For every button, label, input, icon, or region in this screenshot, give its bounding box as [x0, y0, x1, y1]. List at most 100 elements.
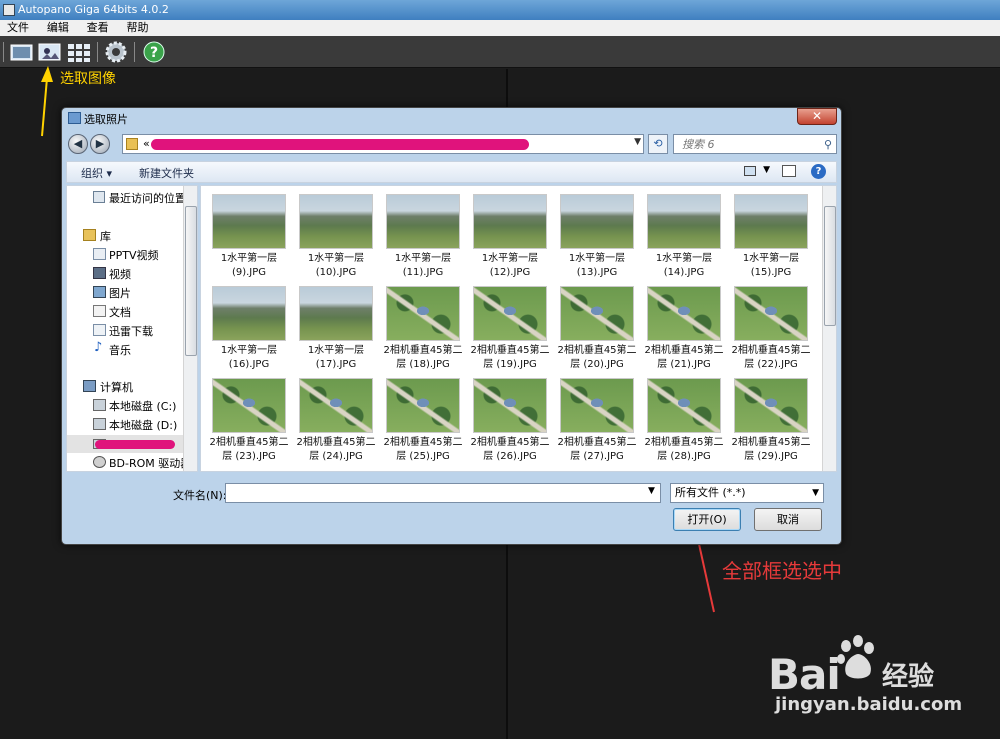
- navigation-scrollbar[interactable]: [183, 186, 197, 471]
- nav-item-library[interactable]: 库: [100, 228, 111, 244]
- file-thumbnail-item[interactable]: 1水平第一层 (11).JPG: [383, 194, 463, 280]
- selected-nav-item[interactable]: [67, 435, 183, 453]
- change-view-icon[interactable]: [744, 166, 756, 176]
- file-thumbnail-image[interactable]: [386, 194, 460, 249]
- file-name-line-2: (17).JPG: [315, 359, 357, 370]
- file-thumbnail-image[interactable]: [560, 194, 634, 249]
- file-thumbnail-item[interactable]: 1水平第一层 (14).JPG: [644, 194, 724, 280]
- file-thumbnail-item[interactable]: 2相机垂直45第二层 (26).JPG: [470, 378, 550, 464]
- file-name-line-1: 2相机垂直45第二: [644, 437, 724, 448]
- file-thumbnail-image[interactable]: [386, 378, 460, 433]
- video-library-icon: [93, 248, 106, 260]
- file-thumbnail-item[interactable]: 2相机垂直45第二层 (24).JPG: [296, 378, 376, 464]
- file-thumbnail-item[interactable]: 2相机垂直45第二层 (21).JPG: [644, 286, 724, 372]
- cancel-button[interactable]: 取消: [754, 508, 822, 531]
- file-thumbnail-item[interactable]: 1水平第一层 (9).JPG: [209, 194, 289, 280]
- file-name-label: 2相机垂直45第二层 (26).JPG: [470, 436, 550, 464]
- file-thumbnail-item[interactable]: 1水平第一层 (16).JPG: [209, 286, 289, 372]
- search-input[interactable]: [680, 137, 810, 152]
- refresh-icon[interactable]: ⟲: [648, 134, 668, 154]
- nav-item-pptv[interactable]: PPTV视频: [109, 247, 159, 263]
- nav-item-music[interactable]: 音乐: [109, 342, 131, 358]
- file-thumbnail-image[interactable]: [299, 286, 373, 341]
- file-thumbnail-image[interactable]: [386, 286, 460, 341]
- nav-item-drive-c[interactable]: 本地磁盘 (C:): [109, 398, 176, 414]
- nav-item-recent[interactable]: 最近访问的位置: [109, 190, 186, 206]
- file-name-line-2: 层 (25).JPG: [396, 451, 450, 462]
- file-thumbnail-image[interactable]: [473, 194, 547, 249]
- filename-input[interactable]: [225, 483, 661, 503]
- file-thumbnail-image[interactable]: [299, 378, 373, 433]
- filetype-select[interactable]: 所有文件 (*.*) ▼: [670, 483, 824, 503]
- file-thumbnail-item[interactable]: 1水平第一层 (17).JPG: [296, 286, 376, 372]
- file-name-label: 2相机垂直45第二层 (18).JPG: [383, 344, 463, 372]
- file-thumbnail-image[interactable]: [647, 378, 721, 433]
- file-thumbnail-image[interactable]: [560, 378, 634, 433]
- file-thumbnail-item[interactable]: 2相机垂直45第二层 (27).JPG: [557, 378, 637, 464]
- file-thumbnail-image[interactable]: [212, 286, 286, 341]
- file-name-line-1: 2相机垂直45第二: [731, 345, 811, 356]
- file-thumbnail-item[interactable]: 2相机垂直45第二层 (23).JPG: [209, 378, 289, 464]
- file-thumbnail-image[interactable]: [212, 194, 286, 249]
- file-name-line-1: 2相机垂直45第二: [296, 437, 376, 448]
- address-bar[interactable]: « ▼: [122, 134, 644, 154]
- file-thumbnail-image[interactable]: [734, 286, 808, 341]
- file-name-line-2: (9).JPG: [231, 267, 267, 278]
- chevron-down-icon[interactable]: ▼: [648, 486, 655, 496]
- file-name-line-2: (11).JPG: [402, 267, 444, 278]
- nav-item-drive-d[interactable]: 本地磁盘 (D:): [109, 417, 177, 433]
- file-name-line-1: 2相机垂直45第二: [209, 437, 289, 448]
- filename-label: 文件名(N):: [173, 489, 227, 502]
- file-name-line-1: 1水平第一层: [742, 253, 800, 264]
- file-thumbnail-item[interactable]: 1水平第一层 (12).JPG: [470, 194, 550, 280]
- nav-item-thunder-downloads[interactable]: 迅雷下载: [109, 323, 153, 339]
- file-thumbnail-image[interactable]: [473, 378, 547, 433]
- file-thumbnail-image[interactable]: [734, 194, 808, 249]
- nav-item-computer[interactable]: 计算机: [100, 379, 133, 395]
- back-arrow-icon[interactable]: ◀: [68, 134, 88, 154]
- close-button[interactable]: ✕: [797, 108, 837, 125]
- organize-button[interactable]: 组织 ▾: [81, 165, 112, 181]
- file-name-label: 2相机垂直45第二层 (19).JPG: [470, 344, 550, 372]
- file-thumbnail-item[interactable]: 2相机垂直45第二层 (28).JPG: [644, 378, 724, 464]
- file-thumbnail-item[interactable]: 2相机垂直45第二层 (22).JPG: [731, 286, 811, 372]
- watermark-url: jingyan.baidu.com: [775, 694, 963, 715]
- file-list-scrollbar[interactable]: [822, 186, 836, 471]
- file-thumbnail-item[interactable]: 1水平第一层 (15).JPG: [731, 194, 811, 280]
- file-thumbnail-item[interactable]: 2相机垂直45第二层 (29).JPG: [731, 378, 811, 464]
- file-name-line-2: (14).JPG: [663, 267, 705, 278]
- forward-arrow-icon[interactable]: ▶: [90, 134, 110, 154]
- scrollbar-thumb[interactable]: [824, 206, 836, 326]
- file-thumbnail-image[interactable]: [647, 286, 721, 341]
- file-thumbnail-image[interactable]: [212, 378, 286, 433]
- file-name-line-1: 2相机垂直45第二: [557, 345, 637, 356]
- search-icon[interactable]: ⚲: [824, 138, 832, 151]
- breadcrumb-overflow[interactable]: «: [143, 137, 150, 150]
- file-thumbnail-item[interactable]: 1水平第一层 (10).JPG: [296, 194, 376, 280]
- nav-item-pictures[interactable]: 图片: [109, 285, 131, 301]
- file-thumbnail-image[interactable]: [734, 378, 808, 433]
- new-folder-button[interactable]: 新建文件夹: [139, 165, 194, 181]
- file-thumbnail-item[interactable]: 2相机垂直45第二层 (19).JPG: [470, 286, 550, 372]
- file-thumbnail-item[interactable]: 2相机垂直45第二层 (18).JPG: [383, 286, 463, 372]
- baidu-jingyan-text: 经验: [882, 662, 935, 692]
- preview-pane-icon[interactable]: [782, 165, 796, 177]
- file-thumbnail-image[interactable]: [647, 194, 721, 249]
- file-thumbnail-item[interactable]: 2相机垂直45第二层 (20).JPG: [557, 286, 637, 372]
- file-thumbnail-image[interactable]: [473, 286, 547, 341]
- file-thumbnail-image[interactable]: [299, 194, 373, 249]
- file-thumbnail-image[interactable]: [560, 286, 634, 341]
- scrollbar-thumb[interactable]: [185, 206, 197, 356]
- nav-item-bd-rom[interactable]: BD-ROM 驱动器: [109, 455, 191, 471]
- file-name-line-2: 层 (26).JPG: [483, 451, 537, 462]
- file-name-line-2: 层 (23).JPG: [222, 451, 276, 462]
- chevron-down-icon[interactable]: ▼: [634, 137, 641, 147]
- nav-item-documents[interactable]: 文档: [109, 304, 131, 320]
- file-thumbnail-item[interactable]: 1水平第一层 (13).JPG: [557, 194, 637, 280]
- nav-item-videos[interactable]: 视频: [109, 266, 131, 282]
- file-thumbnail-item[interactable]: 2相机垂直45第二层 (25).JPG: [383, 378, 463, 464]
- help-icon[interactable]: ?: [811, 164, 826, 179]
- open-button[interactable]: 打开(O): [673, 508, 741, 531]
- file-name-label: 1水平第一层 (13).JPG: [557, 252, 637, 280]
- chevron-down-icon[interactable]: ▼: [763, 165, 770, 175]
